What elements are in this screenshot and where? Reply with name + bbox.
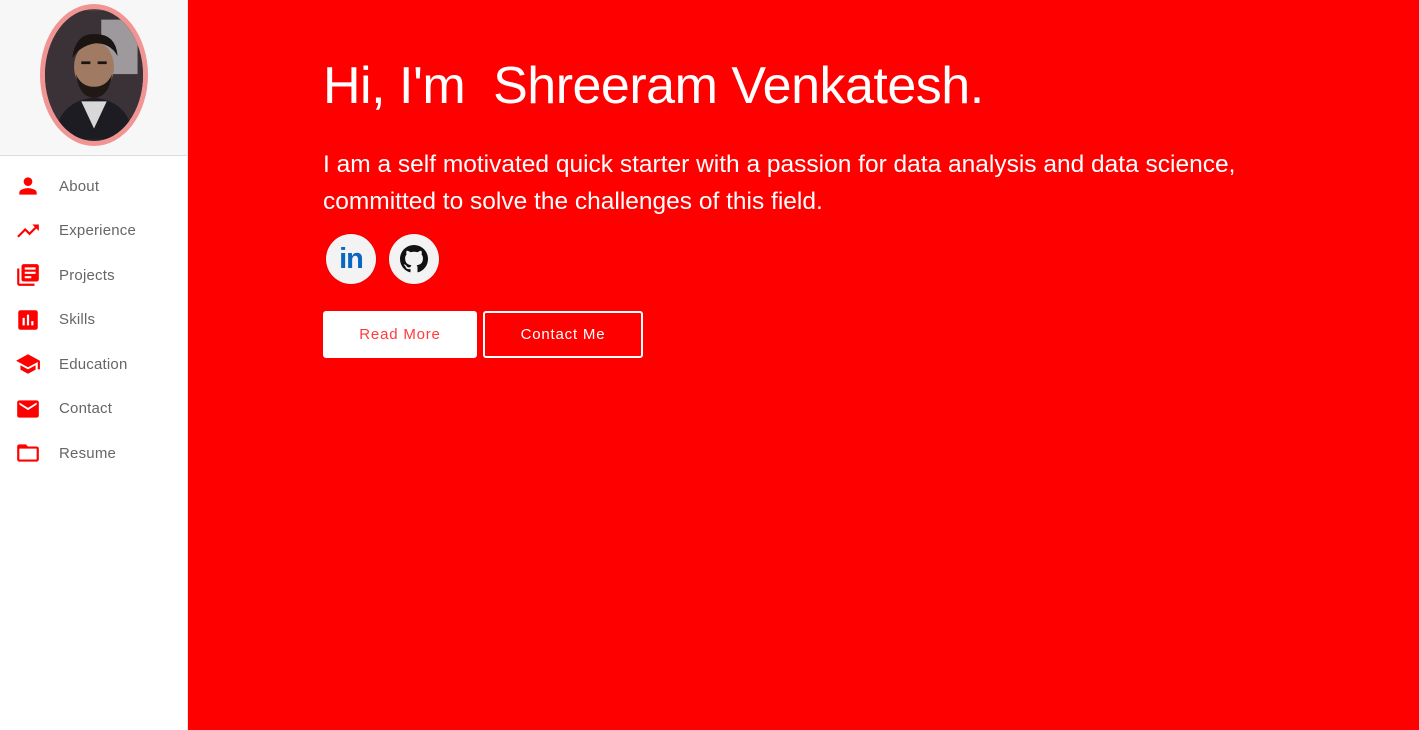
- sidebar-item-skills[interactable]: Skills: [0, 298, 187, 343]
- sidebar-item-label: Skills: [59, 311, 96, 329]
- sidebar-item-label: Contact: [59, 400, 113, 418]
- trending-up-icon: [15, 218, 41, 244]
- sidebar-nav: About Experience Projects Skills Educati…: [0, 156, 187, 476]
- sidebar-item-label: Projects: [59, 266, 115, 284]
- sidebar-item-label: About: [59, 177, 100, 195]
- contact-me-button[interactable]: Contact Me: [483, 311, 643, 358]
- social-links: in: [326, 234, 439, 284]
- linkedin-icon: in: [339, 242, 364, 275]
- sidebar-item-label: Resume: [59, 444, 117, 462]
- github-icon: [400, 245, 428, 273]
- sidebar-item-label: Experience: [59, 222, 137, 240]
- bar-chart-icon: [15, 307, 41, 333]
- school-icon: [15, 351, 41, 377]
- hero-section: Hi, I'm Shreeram Venkatesh. I am a self …: [188, 0, 1419, 730]
- person-icon: [15, 173, 41, 199]
- sidebar-item-about[interactable]: About: [0, 164, 187, 209]
- avatar: [39, 4, 148, 146]
- folder-icon: [15, 440, 41, 466]
- linkedin-link[interactable]: in: [326, 234, 376, 284]
- profile-photo-icon: [44, 10, 143, 140]
- sidebar-item-label: Education: [59, 355, 128, 373]
- sidebar-item-education[interactable]: Education: [0, 342, 187, 387]
- hero-buttons: Read More Contact Me: [323, 311, 643, 358]
- github-link[interactable]: [389, 234, 439, 284]
- sidebar-item-projects[interactable]: Projects: [0, 253, 187, 298]
- hero-intro: I am a self motivated quick starter with…: [323, 151, 1236, 215]
- sidebar-item-contact[interactable]: Contact: [0, 387, 187, 432]
- sidebar: About Experience Projects Skills Educati…: [0, 0, 188, 730]
- library-books-icon: [15, 262, 41, 288]
- sidebar-item-experience[interactable]: Experience: [0, 209, 187, 254]
- page: About Experience Projects Skills Educati…: [0, 0, 1419, 730]
- read-more-button[interactable]: Read More: [323, 311, 477, 358]
- avatar-container: [0, 0, 187, 156]
- hero-headline: Hi, I'm Shreeram Venkatesh.: [323, 57, 984, 115]
- mail-icon: [15, 396, 41, 422]
- sidebar-item-resume[interactable]: Resume: [0, 431, 187, 476]
